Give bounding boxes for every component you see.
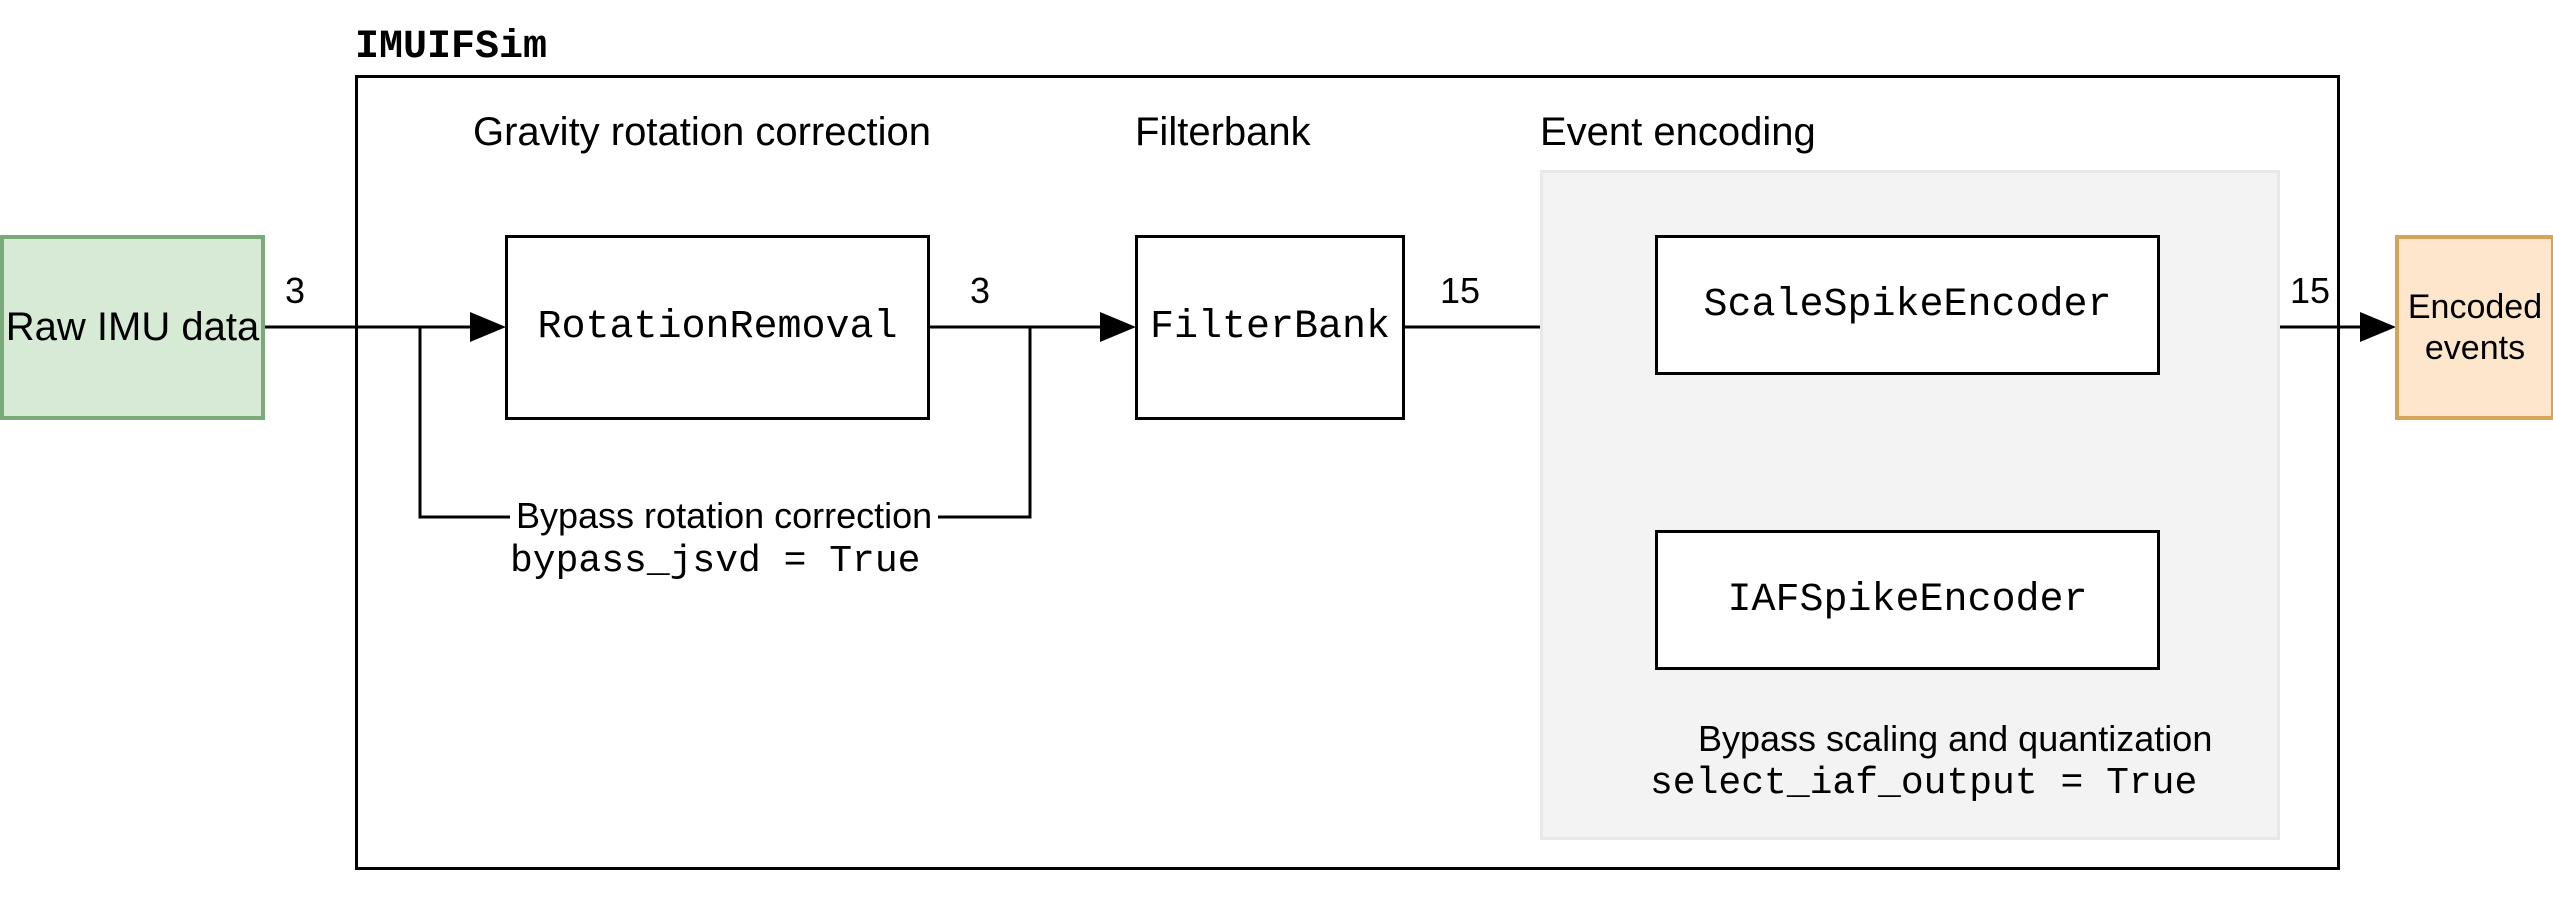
section-label-gravity: Gravity rotation correction: [473, 110, 931, 155]
bypass-scaling-code: select_iaf_output = True: [1650, 762, 2197, 805]
edge-label-input-rotation: 3: [285, 270, 305, 312]
section-label-filterbank: Filterbank: [1135, 110, 1311, 155]
iaf-spike-encoder-label: IAFSpikeEncoder: [1727, 578, 2087, 623]
input-label: Raw IMU data: [6, 305, 259, 350]
scale-spike-encoder-block: ScaleSpikeEncoder: [1655, 235, 2160, 375]
filterbank-label: FilterBank: [1150, 305, 1390, 350]
edge-label-filter-encoder: 15: [1440, 270, 1480, 312]
output-label-line2: events: [2425, 329, 2525, 367]
edge-label-rotation-filter: 3: [970, 270, 990, 312]
iaf-spike-encoder-block: IAFSpikeEncoder: [1655, 530, 2160, 670]
output-label-line1: Encoded: [2408, 288, 2542, 326]
diagram-title: IMUIFSim: [355, 25, 547, 70]
bypass-scaling-label: Bypass scaling and quantization: [1698, 718, 2212, 760]
filterbank-block: FilterBank: [1135, 235, 1405, 420]
input-box: Raw IMU data: [0, 235, 265, 420]
scale-spike-encoder-label: ScaleSpikeEncoder: [1703, 283, 2111, 328]
rotation-removal-label: RotationRemoval: [537, 305, 897, 350]
rotation-removal-block: RotationRemoval: [505, 235, 930, 420]
section-label-event-encoding: Event encoding: [1540, 110, 1816, 155]
edge-label-encoder-output: 15: [2290, 270, 2330, 312]
diagram-canvas: IMUIFSim Gravity rotation correction Fil…: [0, 0, 2553, 921]
bypass-rotation-label: Bypass rotation correction: [510, 495, 938, 537]
bypass-rotation-code: bypass_jsvd = True: [510, 540, 920, 583]
output-box: Encoded events: [2395, 235, 2553, 420]
